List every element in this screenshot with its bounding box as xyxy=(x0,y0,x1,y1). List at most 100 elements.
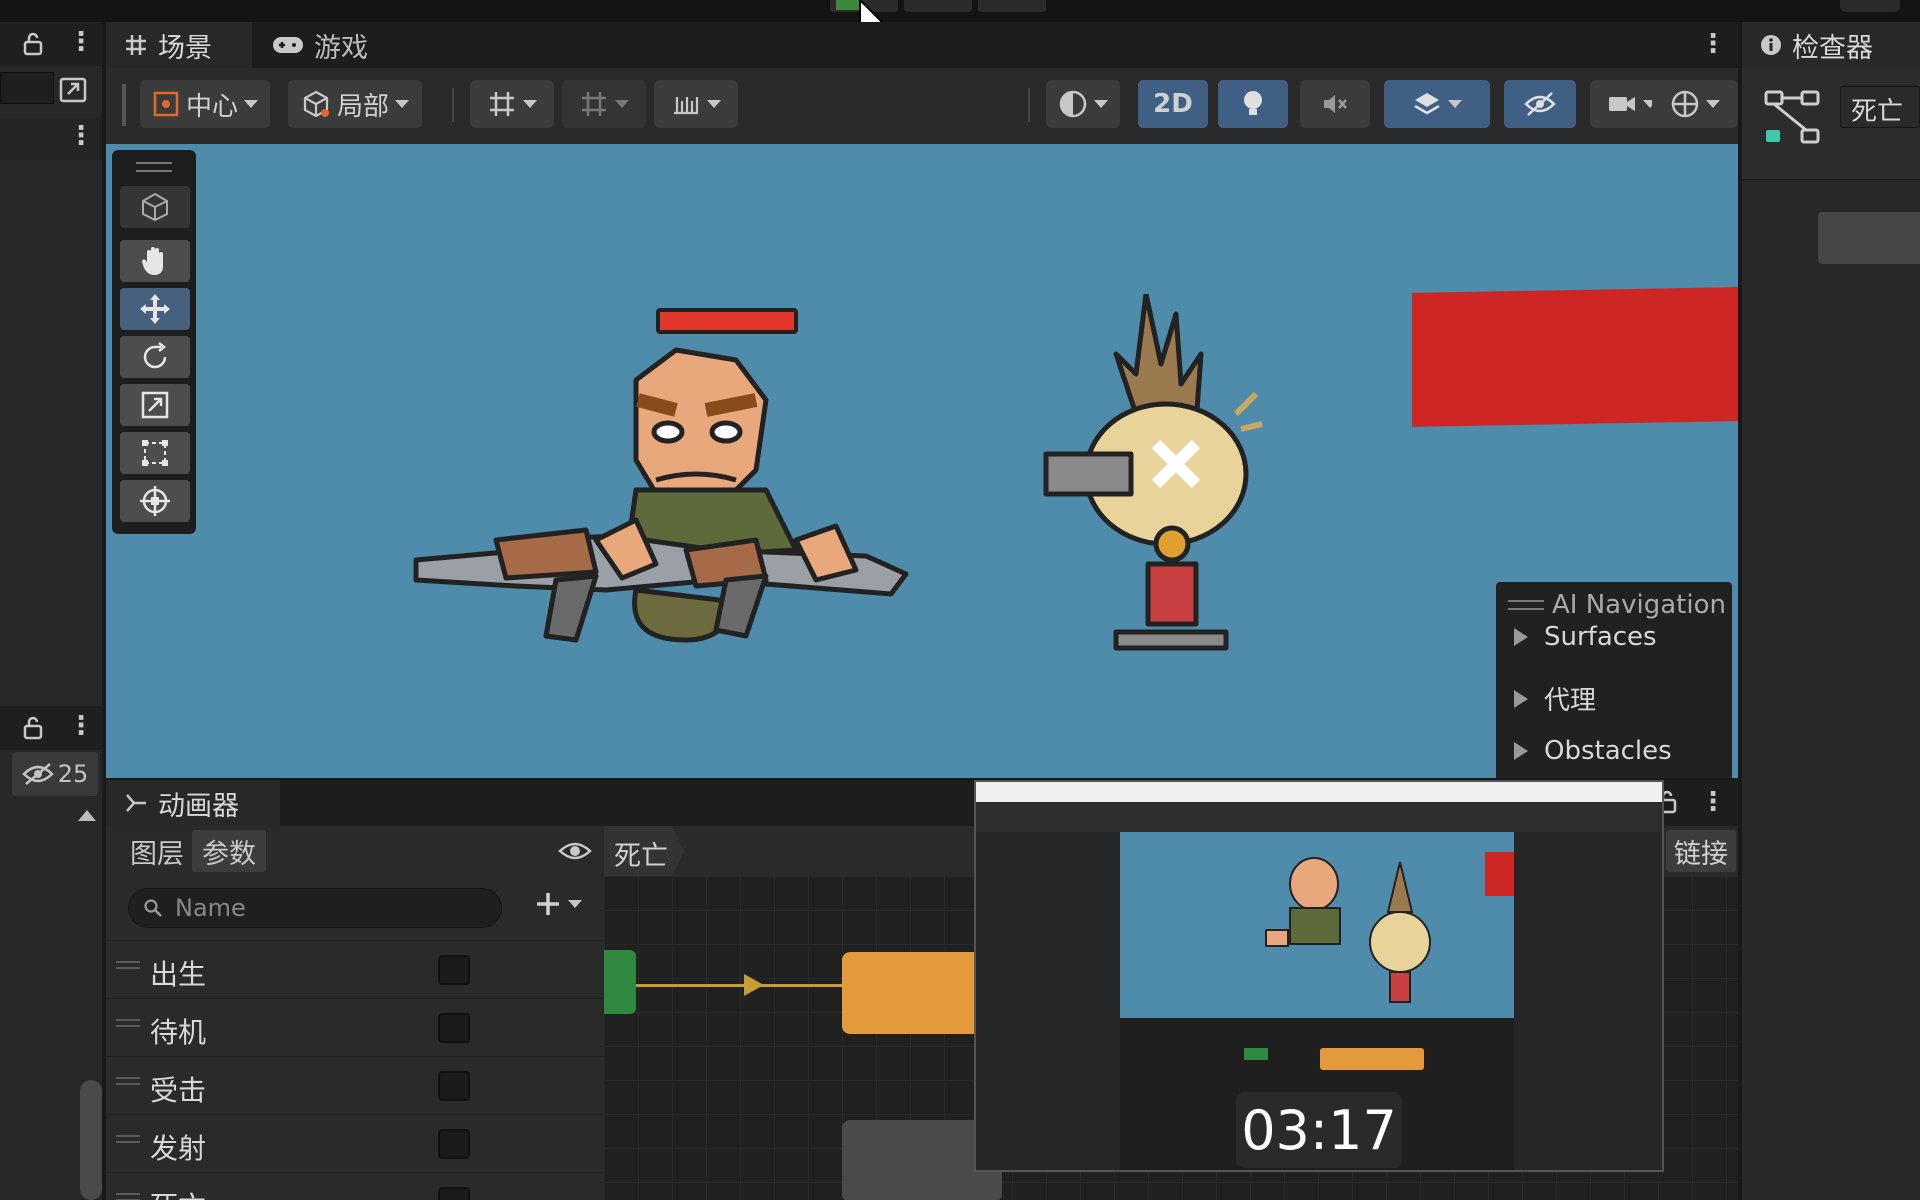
scale-tool[interactable] xyxy=(120,384,190,426)
pip-right-panel xyxy=(1514,832,1662,1170)
pause-button[interactable] xyxy=(904,0,972,12)
add-parameter-button[interactable] xyxy=(534,890,582,918)
scene-tab-bar: 场景 游戏 ⋮ xyxy=(106,22,1738,68)
tool-palette xyxy=(112,150,196,534)
enemy-character[interactable] xyxy=(1036,291,1266,658)
pivot-mode-dropdown[interactable]: 中心 xyxy=(140,80,270,128)
chevron-down-icon xyxy=(1706,100,1720,108)
drag-handle-icon[interactable] xyxy=(116,961,140,969)
parameter-search-input[interactable]: Name xyxy=(128,888,502,928)
rotate-tool[interactable] xyxy=(120,336,190,378)
tab-scene[interactable]: 场景 xyxy=(106,22,252,68)
rect-tool[interactable] xyxy=(120,432,190,474)
gamepad-icon xyxy=(272,35,304,55)
tab-animator[interactable]: 动画器 xyxy=(106,780,280,826)
effects-dropdown[interactable] xyxy=(1384,80,1490,128)
left-panel-field[interactable] xyxy=(0,72,54,104)
state-name-field[interactable]: 死亡 xyxy=(1840,86,1920,128)
parameter-row[interactable]: 发射 xyxy=(106,1114,604,1172)
lightbulb-icon xyxy=(1241,89,1265,119)
left-scrollbar[interactable] xyxy=(80,1080,102,1200)
tab-inspector-label: 检查器 xyxy=(1792,32,1873,64)
2d-mode-toggle[interactable]: 2D xyxy=(1138,80,1208,128)
chevron-down-icon xyxy=(244,100,258,108)
hand-tool[interactable] xyxy=(120,240,190,282)
eye-icon[interactable] xyxy=(558,840,592,862)
gizmos-dropdown[interactable] xyxy=(1652,80,1738,128)
tab-inspector[interactable]: 检查器 xyxy=(1742,22,1920,68)
transform-tool[interactable] xyxy=(120,480,190,522)
grid-snap-dropdown[interactable] xyxy=(470,80,554,128)
parameter-trigger-checkbox[interactable] xyxy=(438,1013,470,1043)
step-button[interactable] xyxy=(978,0,1046,12)
drag-handle-icon[interactable] xyxy=(116,1193,140,1200)
hidden-objects-badge[interactable]: 25 xyxy=(12,752,98,796)
more-options-icon[interactable]: ⋮ xyxy=(1700,31,1726,57)
layers-effects-icon xyxy=(1412,89,1442,119)
parameter-row[interactable]: 死亡 xyxy=(106,1172,604,1200)
pip-toolbar xyxy=(976,802,1662,832)
lighting-toggle[interactable] xyxy=(1218,80,1288,128)
expand-arrow-icon xyxy=(1514,742,1528,760)
palette-grip[interactable] xyxy=(136,162,172,172)
space-mode-dropdown[interactable]: 局部 xyxy=(288,80,422,128)
ai-nav-item-surfaces[interactable]: Surfaces xyxy=(1514,622,1657,652)
local-cube-icon xyxy=(301,89,331,119)
entry-node[interactable] xyxy=(604,950,636,1014)
drag-handle-icon[interactable] xyxy=(116,1135,140,1143)
account-button[interactable] xyxy=(1840,0,1900,12)
drag-handle-icon[interactable] xyxy=(116,1077,140,1085)
transform-all-icon xyxy=(138,484,172,518)
parameter-trigger-checkbox[interactable] xyxy=(438,1187,470,1200)
more-options-icon[interactable]: ⋮ xyxy=(68,713,94,739)
more-options-icon[interactable]: ⋮ xyxy=(1700,789,1726,815)
parameter-row[interactable]: 待机 xyxy=(106,998,604,1056)
ai-nav-item-label: 代理 xyxy=(1544,686,1597,716)
ai-navigation-title: AI Navigation xyxy=(1552,590,1726,620)
link-button[interactable]: 链接 xyxy=(1666,830,1736,872)
breadcrumb[interactable]: 死亡 xyxy=(604,826,684,876)
chevron-down-icon xyxy=(615,100,629,108)
parameter-row[interactable]: 出生 xyxy=(106,940,604,998)
scene-viewport[interactable]: AI Navigation Surfaces 代理 Obstacles xyxy=(106,144,1738,778)
lock-icon[interactable] xyxy=(22,716,44,740)
transition-arrow-icon xyxy=(744,974,764,996)
player-character[interactable] xyxy=(386,340,926,654)
plus-icon xyxy=(534,890,562,918)
more-options-icon[interactable]: ⋮ xyxy=(68,123,94,149)
scroll-up-arrow-icon[interactable] xyxy=(78,810,96,821)
camera-icon xyxy=(1607,92,1637,116)
expand-arrow-icon xyxy=(1514,689,1528,708)
inspector-button[interactable] xyxy=(1818,212,1920,264)
more-options-icon[interactable]: ⋮ xyxy=(68,29,94,55)
hand-icon xyxy=(139,244,171,278)
parameter-row[interactable]: 受击 xyxy=(106,1056,604,1114)
move-tool[interactable] xyxy=(120,288,190,330)
speaker-muted-icon xyxy=(1320,89,1350,119)
audio-toggle[interactable] xyxy=(1300,80,1370,128)
parameter-trigger-checkbox[interactable] xyxy=(438,1071,470,1101)
expand-arrow-icon xyxy=(1514,628,1528,646)
ai-nav-item-obstacles[interactable]: Obstacles xyxy=(1514,736,1672,766)
tab-parameters[interactable]: 参数 xyxy=(192,830,266,872)
red-sprite-block[interactable] xyxy=(1412,287,1738,427)
hidden-count: 25 xyxy=(57,760,89,788)
toolbar-separator xyxy=(452,88,454,122)
increment-snap-dropdown[interactable] xyxy=(562,80,646,128)
ai-nav-item-agents[interactable]: 代理 xyxy=(1514,680,1596,717)
parameter-trigger-checkbox[interactable] xyxy=(438,1129,470,1159)
parameter-trigger-checkbox[interactable] xyxy=(438,955,470,985)
scene-visibility-toggle[interactable] xyxy=(1504,80,1576,128)
inspector-panel: 检查器 死亡 xyxy=(1742,22,1920,1200)
tab-layers[interactable]: 图层 xyxy=(120,830,194,872)
draw-mode-dropdown[interactable] xyxy=(1046,80,1120,128)
overlay-grip[interactable] xyxy=(1508,600,1544,610)
parameter-name: 待机 xyxy=(150,1016,207,1049)
ruler-dropdown[interactable] xyxy=(654,80,738,128)
view-cube-tool[interactable] xyxy=(120,186,190,228)
drag-handle-icon[interactable] xyxy=(116,1019,140,1027)
tab-game[interactable]: 游戏 xyxy=(254,22,400,68)
lock-icon[interactable] xyxy=(22,32,44,56)
maximize-icon[interactable] xyxy=(58,76,88,104)
space-mode-label: 局部 xyxy=(336,91,389,122)
